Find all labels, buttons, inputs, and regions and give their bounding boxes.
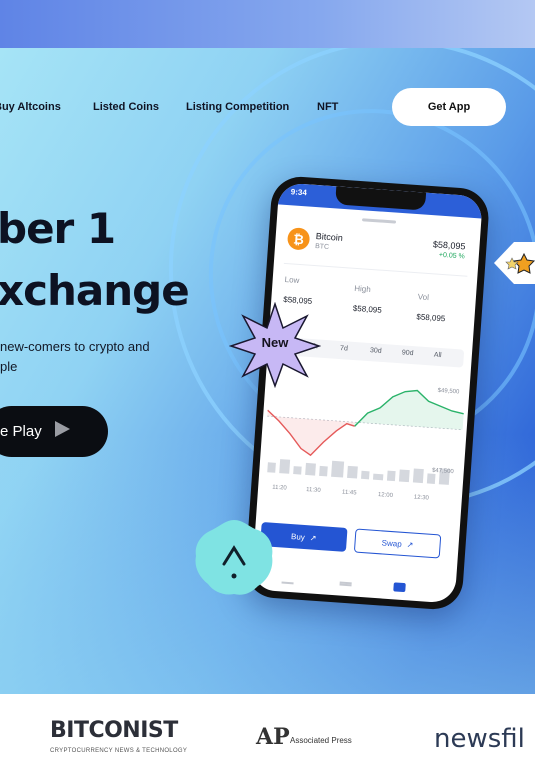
- hero-subtitle-line2: ple: [0, 359, 18, 374]
- bitconist-logo[interactable]: BITCONIST: [50, 718, 178, 743]
- nav-link-nft[interactable]: NFT: [317, 101, 338, 113]
- coin-change: +0.05 %: [438, 251, 465, 261]
- range-30d[interactable]: 30d: [370, 347, 382, 355]
- nav-link-listing-competition[interactable]: Listing Competition: [186, 101, 289, 113]
- top-navigation: Buy Altcoins Listed Coins Listing Compet…: [0, 88, 535, 128]
- nav-link-listed-coins[interactable]: Listed Coins: [93, 101, 159, 113]
- coin-ticker: BTC: [314, 243, 330, 251]
- phone-mockup: 9:34 ₿ Bitcoin BTC $58,095 +0.05 % Low $…: [243, 174, 491, 612]
- side-floating-tag: [494, 240, 535, 286]
- hero-subtitle-line1: new-comers to crypto and: [0, 339, 150, 354]
- ap-logo-name: Associated Press: [290, 736, 352, 745]
- stat-low-label: Low: [284, 274, 300, 285]
- bottom-tab-wallet-icon[interactable]: [393, 582, 406, 593]
- stat-high-label: High: [353, 283, 371, 294]
- blob-shape-icon: [195, 520, 273, 595]
- star-tag-icon: [494, 242, 535, 284]
- stat-vol-label: Vol: [417, 292, 430, 303]
- top-banner-strip: [0, 0, 535, 48]
- range-7d[interactable]: 7d: [340, 345, 348, 353]
- bitconist-tagline: CRYPTOCURRENCY NEWS & TECHNOLOGY: [50, 748, 188, 754]
- stat-high-value: $58,095: [352, 303, 383, 315]
- play-triangle-icon: [52, 419, 72, 444]
- bottom-tab-list-icon[interactable]: [339, 581, 352, 587]
- new-star-badge: New: [228, 301, 322, 389]
- coin-name: Bitcoin: [315, 231, 344, 243]
- stat-vol-value: $58,095: [416, 312, 446, 324]
- nav-link-buy-altcoins[interactable]: Buy Altcoins: [0, 101, 61, 113]
- new-badge-label: New: [261, 335, 289, 350]
- chart-time-label: 11:30: [305, 486, 321, 494]
- hero-headline-line2: xchange: [0, 266, 190, 315]
- buy-label: Buy: [290, 531, 306, 542]
- chart-time-label: 12:00: [377, 492, 394, 500]
- bitcoin-coin-icon: ₿: [286, 227, 311, 251]
- swap-button[interactable]: Swap ↗: [353, 528, 442, 559]
- swap-label: Swap: [381, 537, 403, 549]
- chart-time-label: 11:20: [271, 484, 287, 492]
- ap-logo[interactable]: AP: [256, 724, 290, 750]
- bottom-tab-chart-icon[interactable]: [281, 575, 295, 585]
- coin-price: $58,095: [432, 239, 466, 252]
- external-link-icon: ↗: [309, 532, 317, 543]
- press-logos-bar: BITCONIST CRYPTOCURRENCY NEWS & TECHNOLO…: [0, 694, 535, 774]
- divider: [283, 262, 468, 277]
- sheet-drag-handle[interactable]: [361, 218, 397, 224]
- newsfile-logo[interactable]: newsfil: [434, 724, 525, 754]
- external-link-icon: ↗: [406, 539, 414, 550]
- chart-time-label: 11:45: [341, 489, 357, 497]
- range-all[interactable]: All: [434, 352, 442, 360]
- status-time: 9:34: [290, 187, 308, 198]
- hero-headline-line1: ber 1: [0, 204, 116, 253]
- chart-time-label: 12:30: [413, 494, 430, 502]
- arbitrum-blob-badge: [192, 518, 276, 598]
- phone-screen: 9:34 ₿ Bitcoin BTC $58,095 +0.05 % Low $…: [251, 182, 483, 604]
- range-90d[interactable]: 90d: [402, 349, 414, 357]
- google-play-button[interactable]: e Play: [0, 406, 108, 457]
- get-app-button[interactable]: Get App: [392, 88, 506, 126]
- google-play-label: e Play: [0, 423, 42, 440]
